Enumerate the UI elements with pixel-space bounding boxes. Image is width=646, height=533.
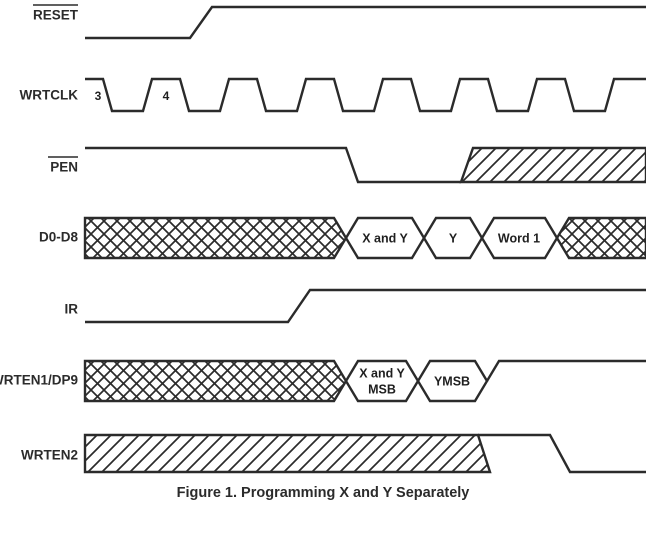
bus-label-wrten1-ymsb: YMSB [434,374,470,388]
bus-segment-wrten2-hatch [83,433,492,474]
bus-label-d0d8-y: Y [449,231,458,245]
bus-segment-d0d8-idle-left [83,216,348,260]
signal-row-d0-d8: D0-D8 X and Y Y Word 1 [39,216,646,260]
figure-caption: Figure 1. Programming X and Y Separately [177,485,470,501]
clock-cycle-number-4: 4 [163,89,170,103]
bus-label-wrten1-x-and-y-msb-line2: MSB [368,382,396,396]
bus-label-d0d8-x-and-y: X and Y [362,231,408,245]
waveform-wrten2-tail [478,433,646,474]
signal-label-wrtclk: WRTCLK [20,88,79,103]
signal-label-reset: RESET [33,8,79,23]
signal-row-ir: IR [65,288,646,324]
signal-row-wrten1-dp9: WRTEN1/DP9 X and Y MSB YMSB [0,359,646,403]
signal-label-ir: IR [65,302,79,317]
bus-segment-wrten1-idle-left [83,359,348,403]
signal-label-d0-d8: D0-D8 [39,230,79,245]
bus-label-wrten1-x-and-y-msb-line1: X and Y [359,366,405,380]
clock-cycle-number-3: 3 [95,89,102,103]
waveform-ir [85,288,646,324]
signal-label-pen: PEN [50,160,78,175]
signal-row-pen: PEN [48,146,646,184]
signal-label-wrten1-dp9: WRTEN1/DP9 [0,373,78,388]
bus-label-d0d8-word1: Word 1 [498,231,540,245]
signal-row-reset: RESET [33,4,646,40]
timing-diagram-canvas: RESET WRTCLK 3 4 PEN D0-D8 X and Y Y Wor… [0,4,646,501]
waveform-reset [85,5,646,40]
bus-segment-d0d8-idle-right [555,216,646,260]
signal-row-wrten2: WRTEN2 [21,433,646,474]
waveform-pen-hatch-region [459,146,646,184]
timing-diagram-figure: RESET WRTCLK 3 4 PEN D0-D8 X and Y Y Wor… [0,0,646,533]
signal-label-wrten2: WRTEN2 [21,448,78,463]
signal-row-wrtclk: WRTCLK 3 4 [20,77,646,113]
waveform-wrten1-tail [485,359,646,382]
waveform-pen [85,146,461,184]
